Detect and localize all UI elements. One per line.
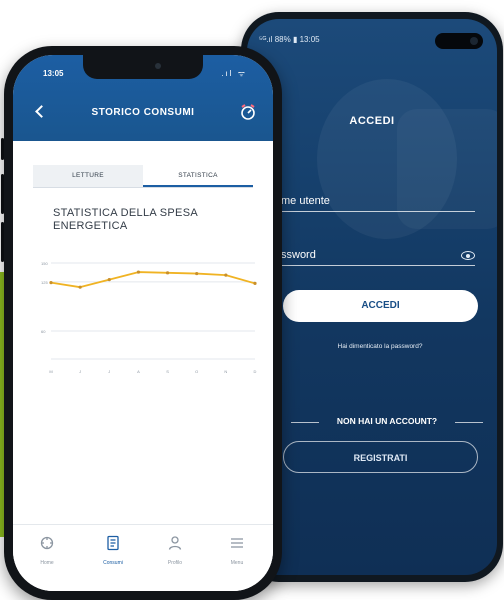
nav-consumi[interactable]: Consumi [85,535,141,566]
x-tick-label: S [166,369,169,374]
android-status-bar: ⁵ᴳ.ıl 88% ▮ 13:05 [259,35,320,44]
nav-home[interactable]: Home [19,535,75,566]
no-account-text: NON HAI UN ACCOUNT? [336,416,438,426]
volume-up-button [1,174,4,214]
nav-menu-label: Menu [230,560,244,566]
data-point[interactable] [165,271,170,275]
username-label: me utente [281,195,330,207]
divider-line-left [291,422,319,423]
y-tick-label: 60 [41,329,46,334]
password-label: ssword [281,249,316,261]
forgot-password-link[interactable]: Hai dimenticato la password? [287,343,473,350]
menu-icon [231,538,243,548]
x-tick-label: A [137,369,140,374]
silent-switch [1,138,4,160]
iphone-phone: 13:05 .ıl ᯤ STORICO CONSUMI LETTURE STAT… [1,46,282,600]
y-tick-label: 150 [41,261,48,266]
status-time: 13:05 [43,69,64,78]
series-line [50,271,256,289]
volume-down-button [1,222,4,262]
x-tick-label: M [49,369,52,374]
login-button[interactable]: ACCEDI [283,290,478,322]
show-password-eye-icon[interactable] [461,251,475,260]
camera-cutout [435,33,483,49]
y-tick-label: 125 [41,280,48,285]
profile-icon [168,536,182,550]
data-point[interactable] [136,270,141,274]
login-title: ACCEDI [349,115,395,127]
data-point[interactable] [49,281,53,285]
x-tick-label: N [224,369,227,374]
x-tick-label: D [254,369,257,374]
nav-profilo-label: Profilo [167,560,183,566]
chart-svg: 150 125 60 M J J A S O N D [41,261,257,374]
register-button[interactable]: REGISTRATI [283,441,478,473]
login-screen: ⁵ᴳ.ıl 88% ▮ 13:05 ACCEDI me utente sswor… [247,19,497,575]
data-point[interactable] [253,281,257,285]
chart-title: STATISTICA DELLA SPESA ENERGETICA [53,207,198,232]
no-account-divider: NON HAI UN ACCOUNT? [291,416,483,428]
nav-profilo[interactable]: Profilo [147,535,203,566]
app-header: 13:05 .ıl ᯤ STORICO CONSUMI [13,55,273,141]
tab-letture[interactable]: LETTURE [33,165,143,187]
tab-statistica[interactable]: STATISTICA [143,165,253,187]
data-point[interactable] [195,271,199,276]
bottom-nav: Home Consumi Profilo Menu [13,524,273,591]
nav-consumi-label: Consumi [103,560,123,566]
x-tick-label: O [195,369,198,374]
nav-home-label: Home [40,560,54,566]
meter-icon[interactable] [239,103,257,121]
page-title: STORICO CONSUMI [91,107,195,118]
expense-chart: 150 125 60 M J J A S O N D [37,255,261,381]
history-screen: 13:05 .ıl ᯤ STORICO CONSUMI LETTURE STAT… [13,55,273,591]
nav-menu[interactable]: Menu [209,535,265,566]
home-icon [40,536,54,550]
x-tick-label: J [108,369,110,374]
x-tick-label: J [79,369,81,374]
signal-wifi-icon: .ıl ᯤ [221,69,247,78]
consumption-icon [107,535,119,551]
data-point[interactable] [224,273,228,277]
data-point[interactable] [107,278,111,282]
divider-line-right [455,422,483,423]
data-point[interactable] [78,285,82,289]
notch [83,55,203,79]
tab-bar: LETTURE STATISTICA [33,165,253,188]
